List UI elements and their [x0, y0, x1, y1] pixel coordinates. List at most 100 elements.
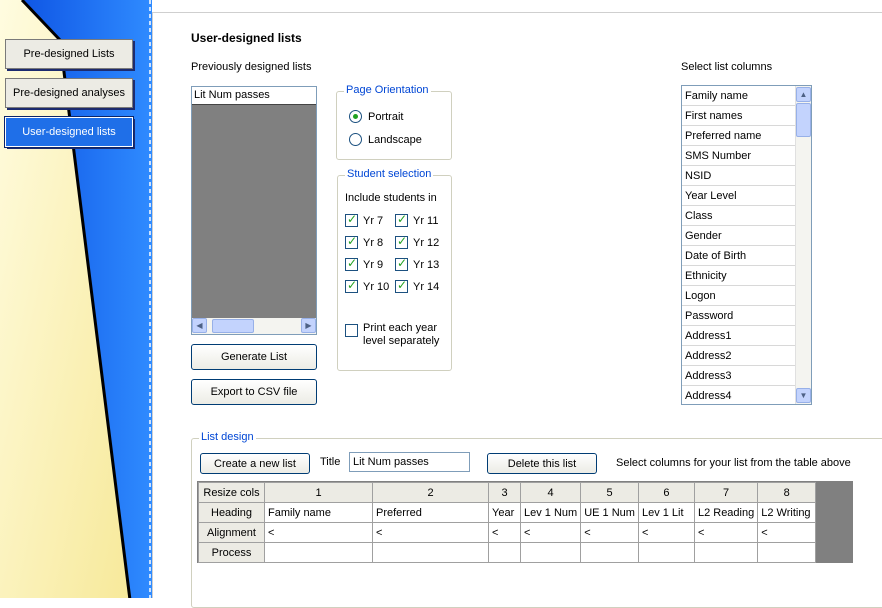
yr10-label: Yr 10 — [363, 280, 390, 293]
column-option[interactable]: Family name — [682, 86, 795, 106]
column-option[interactable]: NSID — [682, 166, 795, 186]
left-navigation: Pre-designed Lists Pre-designed analyses… — [0, 0, 152, 598]
process-cell[interactable] — [693, 542, 759, 563]
export-csv-button[interactable]: Export to CSV file — [191, 379, 317, 405]
yr13-checkbox[interactable]: Yr 13 — [395, 256, 440, 271]
checkbox-checked-icon — [345, 278, 358, 293]
yr9-checkbox[interactable]: Yr 9 — [345, 256, 384, 271]
heading-cell[interactable]: Family name — [264, 502, 373, 523]
title-input[interactable] — [349, 452, 470, 472]
yr7-checkbox[interactable]: Yr 7 — [345, 212, 384, 227]
nav-user-designed-lists[interactable]: User-designed lists — [4, 116, 134, 148]
col-number[interactable]: 8 — [757, 482, 817, 503]
portrait-radio[interactable]: Portrait — [349, 110, 403, 123]
process-cell[interactable] — [264, 542, 373, 563]
heading-cell[interactable]: Lev 1 Lit — [637, 502, 695, 523]
column-option[interactable]: Ethnicity — [682, 266, 795, 286]
alignment-cell[interactable]: < — [637, 522, 695, 543]
process-cell[interactable] — [757, 542, 817, 563]
heading-cell[interactable]: Year — [488, 502, 521, 523]
vertical-scrollbar[interactable]: ▲ ▼ — [795, 86, 811, 404]
print-separately-checkbox[interactable]: Print each year level separately — [345, 322, 439, 348]
alignment-cell[interactable]: < — [372, 522, 489, 543]
process-cell[interactable] — [580, 542, 639, 563]
process-cell[interactable] — [372, 542, 489, 563]
column-option[interactable]: Gender — [682, 226, 795, 246]
col-number[interactable]: 7 — [693, 482, 759, 503]
scroll-thumb[interactable] — [212, 319, 254, 333]
checkbox-checked-icon — [395, 234, 408, 249]
page-orientation-legend: Page Orientation — [344, 84, 431, 96]
select-columns-label: Select list columns — [681, 61, 773, 73]
col-number[interactable]: 3 — [488, 482, 521, 503]
column-option[interactable]: Logon — [682, 286, 795, 306]
col-number[interactable]: 2 — [372, 482, 489, 503]
yr10-checkbox[interactable]: Yr 10 — [345, 278, 390, 293]
column-option[interactable]: Address3 — [682, 366, 795, 386]
yr13-label: Yr 13 — [413, 258, 440, 271]
alignment-cell[interactable]: < — [580, 522, 639, 543]
scroll-right-icon[interactable]: ▶ — [301, 318, 316, 333]
col-number[interactable]: 5 — [580, 482, 639, 503]
heading-cell[interactable]: UE 1 Num — [580, 502, 639, 523]
row-label-heading: Heading — [198, 502, 265, 523]
student-selection-group: Student selection Include students in Yr… — [337, 168, 452, 371]
yr7-label: Yr 7 — [363, 214, 384, 227]
process-cell[interactable] — [488, 542, 521, 563]
alignment-cell[interactable]: < — [488, 522, 521, 543]
column-option[interactable]: Password — [682, 306, 795, 326]
yr11-checkbox[interactable]: Yr 11 — [395, 212, 439, 227]
yr11-label: Yr 11 — [413, 214, 439, 227]
column-option[interactable]: Address2 — [682, 346, 795, 366]
horizontal-scrollbar[interactable]: ◀ ▶ — [192, 318, 316, 334]
column-option[interactable]: SMS Number — [682, 146, 795, 166]
alignment-cell[interactable]: < — [757, 522, 817, 543]
columns-listbox[interactable]: Family name First names Preferred name SMS … — [681, 85, 812, 405]
landscape-radio[interactable]: Landscape — [349, 133, 422, 146]
alignment-cell[interactable]: < — [519, 522, 582, 543]
radio-unselected-icon — [349, 133, 362, 146]
scroll-thumb[interactable] — [796, 103, 811, 137]
column-option[interactable]: Address1 — [682, 326, 795, 346]
column-option[interactable]: Date of Birth — [682, 246, 795, 266]
delete-list-button[interactable]: Delete this list — [487, 453, 597, 474]
checkbox-unchecked-icon — [345, 324, 358, 337]
checkbox-checked-icon — [345, 256, 358, 271]
heading-cell[interactable]: Lev 1 Num — [519, 502, 582, 523]
nav-pre-designed-analyses[interactable]: Pre-designed analyses — [5, 78, 133, 108]
column-option[interactable]: Preferred name — [682, 126, 795, 146]
grid-row-alignment: Alignment < < < < < < < < — [198, 522, 817, 543]
col-number[interactable]: 4 — [519, 482, 582, 503]
scroll-down-icon[interactable]: ▼ — [796, 388, 811, 403]
column-option[interactable]: Class — [682, 206, 795, 226]
column-option[interactable]: Address4 — [682, 386, 795, 404]
process-cell[interactable] — [637, 542, 695, 563]
col-number[interactable]: 1 — [264, 482, 373, 503]
scroll-left-icon[interactable]: ◀ — [192, 318, 207, 333]
scroll-up-icon[interactable]: ▲ — [796, 87, 811, 102]
process-cell[interactable] — [519, 542, 582, 563]
print-separately-line2: level separately — [363, 335, 440, 347]
yr9-label: Yr 9 — [363, 258, 384, 271]
heading-cell[interactable]: L2 Reading — [693, 502, 759, 523]
previous-list-item[interactable]: Lit Num passes — [192, 87, 316, 105]
main-panel: User-designed lists Previously designed … — [152, 12, 882, 608]
yr8-checkbox[interactable]: Yr 8 — [345, 234, 383, 249]
alignment-cell[interactable]: < — [264, 522, 373, 543]
design-grid: Resize cols 1 2 3 4 5 6 7 8 Heading Fami… — [198, 482, 817, 563]
col-number[interactable]: 6 — [637, 482, 695, 503]
generate-list-button[interactable]: Generate List — [191, 344, 317, 370]
heading-cell[interactable]: L2 Writing — [757, 502, 817, 523]
yr14-checkbox[interactable]: Yr 14 — [395, 278, 439, 293]
create-new-list-button[interactable]: Create a new list — [200, 453, 310, 474]
previous-lists-listbox[interactable]: Lit Num passes ◀ ▶ — [191, 86, 317, 335]
nav-pre-designed-lists[interactable]: Pre-designed Lists — [5, 39, 133, 69]
student-selection-legend: Student selection — [345, 168, 434, 180]
column-option[interactable]: Year Level — [682, 186, 795, 206]
heading-cell[interactable]: Preferred — [372, 502, 489, 523]
alignment-cell[interactable]: < — [693, 522, 759, 543]
column-option[interactable]: First names — [682, 106, 795, 126]
yr12-checkbox[interactable]: Yr 12 — [395, 234, 439, 249]
include-students-label: Include students in — [345, 192, 437, 204]
design-hint: Select columns for your list from the ta… — [616, 457, 851, 469]
